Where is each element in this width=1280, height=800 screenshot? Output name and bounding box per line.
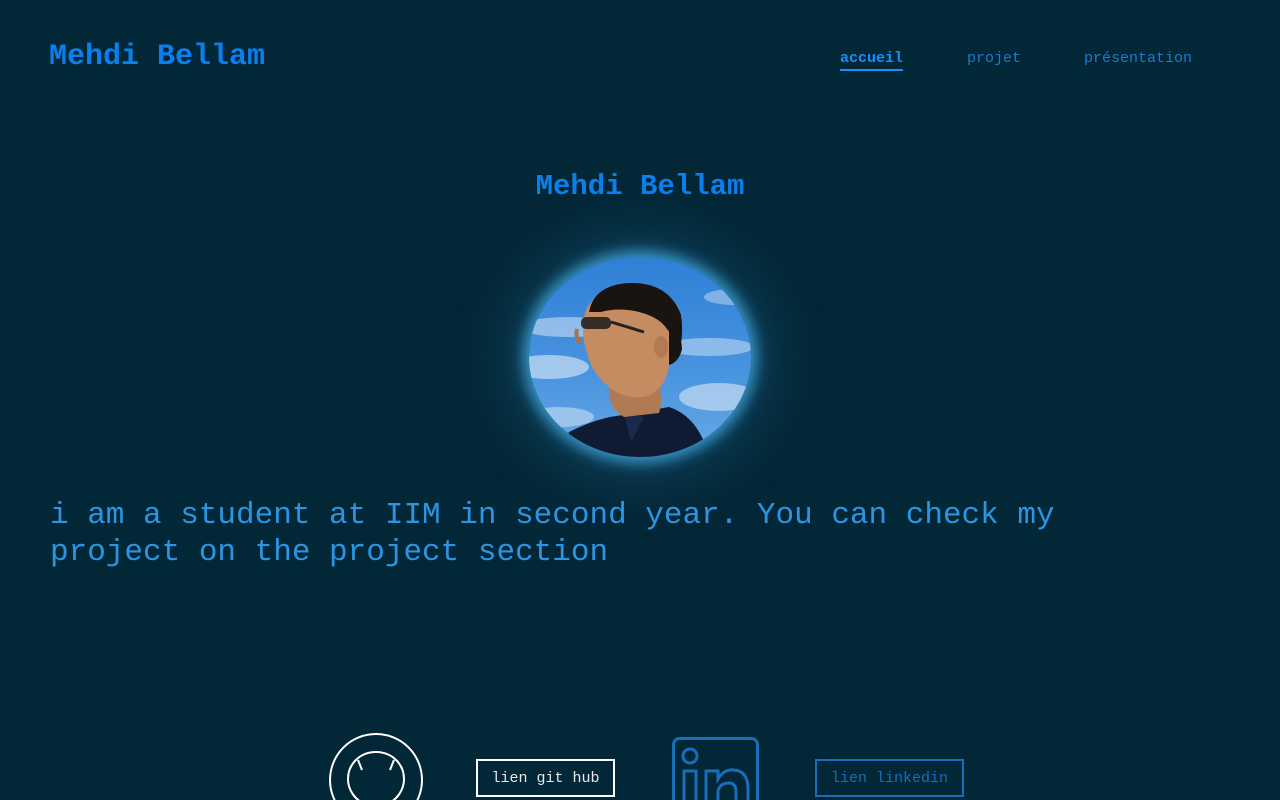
avatar-photo — [529, 257, 751, 457]
bio-text: i am a student at IIM in second year. Yo… — [50, 498, 1055, 570]
github-link-button[interactable]: lien git hub — [476, 759, 615, 797]
linkedin-link-button[interactable]: lien linkedin — [815, 759, 964, 797]
github-icon[interactable] — [328, 732, 424, 800]
page: Mehdi Bellam accueil projet présentation… — [0, 0, 1280, 800]
nav-item-projet[interactable]: projet — [967, 50, 1021, 69]
site-title[interactable]: Mehdi Bellam — [49, 40, 265, 74]
hero-name: Mehdi Bellam — [535, 170, 745, 203]
avatar — [529, 257, 751, 457]
nav-item-presentation[interactable]: présentation — [1084, 50, 1192, 69]
nav-item-accueil[interactable]: accueil — [840, 50, 904, 71]
linkedin-icon[interactable] — [672, 737, 759, 800]
